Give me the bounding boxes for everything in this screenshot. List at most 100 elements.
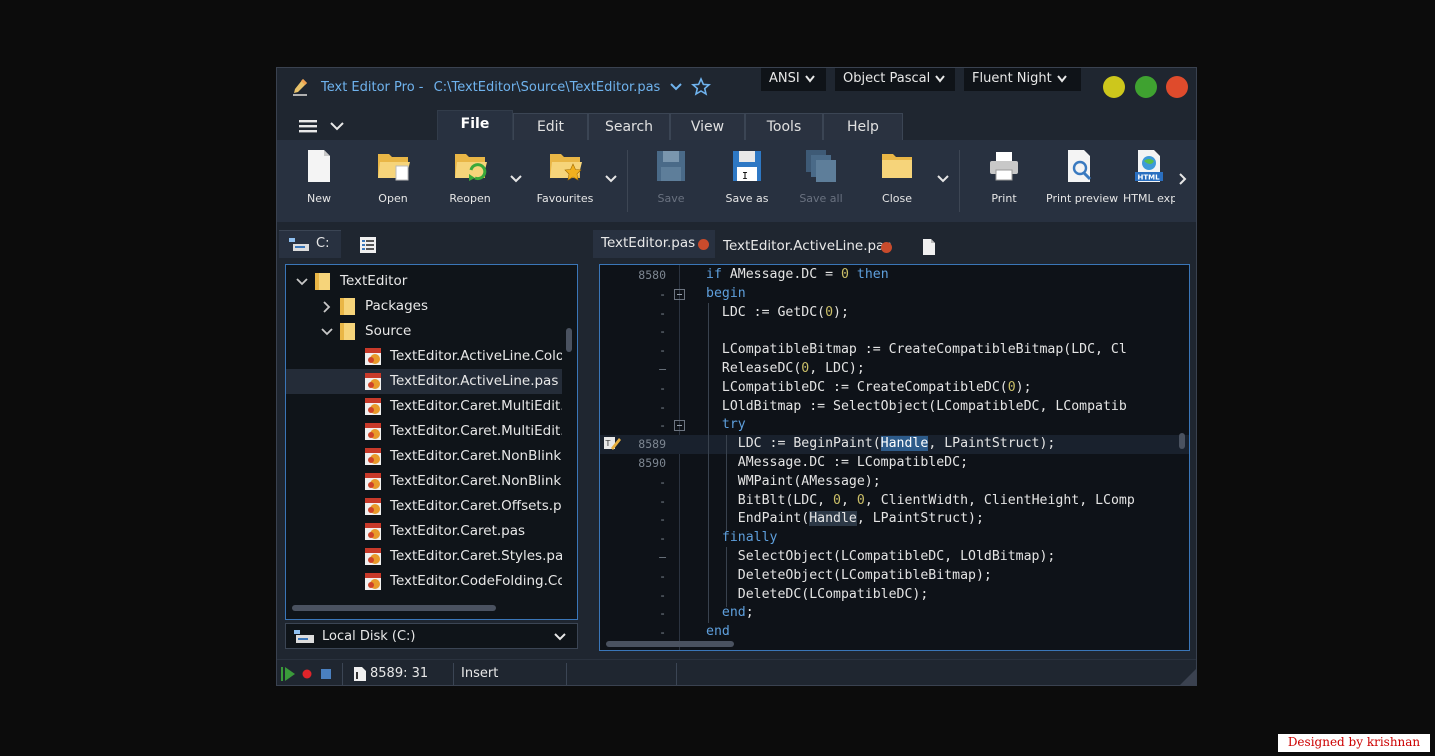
theme-select[interactable]: Fluent Night (964, 68, 1081, 91)
tree-folder[interactable]: Source (286, 319, 562, 344)
code-line[interactable]: - LCompatibleBitmap := CreateCompatibleB… (600, 341, 1189, 360)
drive-select[interactable]: Local Disk (C:) (285, 623, 578, 649)
play-macro-icon[interactable] (281, 667, 295, 681)
active-code-line[interactable]: T 8589 LDC := BeginPaint(Handle, LPaintSt… (600, 435, 1189, 455)
ribbon-scroll-right-icon[interactable] (1178, 172, 1188, 186)
tree-vertical-scrollbar[interactable] (566, 328, 572, 352)
code-text: end; (721, 605, 754, 621)
tree-file[interactable]: TextEditor.Caret.MultiEdit.C (286, 394, 562, 419)
save-all-button[interactable]: Save all (799, 148, 843, 205)
ribbon-tab-bar: File Edit Search View Tools Help (277, 108, 1196, 140)
html-export-button[interactable]: HTML HTML expo (1123, 148, 1175, 205)
minimize-button[interactable] (1103, 76, 1125, 98)
tree-file[interactable]: TextEditor.Caret.Offsets.pa (286, 494, 562, 519)
tab-file[interactable]: File (437, 110, 513, 140)
code-line[interactable]: - try (600, 416, 1189, 435)
code-line[interactable]: - WMPaint(AMessage); (600, 473, 1189, 492)
tree-item-label: TextEditor.Caret.Styles.pas (390, 548, 562, 564)
editor-tab[interactable]: TextEditor.pas (593, 230, 715, 258)
tab-drive-browser[interactable]: C: (279, 230, 341, 258)
maximize-button[interactable] (1135, 76, 1157, 98)
star-icon[interactable] (691, 77, 711, 97)
pascal-file-icon (365, 548, 381, 565)
chevron-right-icon[interactable] (321, 301, 333, 313)
editor-tab[interactable]: TextEditor.ActiveLine.pas (715, 233, 905, 261)
save-button[interactable]: Save (651, 148, 691, 205)
tab-document-list[interactable] (347, 230, 387, 258)
main-menu-button[interactable] (297, 116, 353, 136)
code-line[interactable]: - (600, 322, 1189, 341)
tree-file[interactable]: TextEditor.Caret.NonBlinking (286, 444, 562, 469)
folder-icon (315, 273, 330, 290)
tree-file[interactable]: TextEditor.ActiveLine.pas (286, 369, 562, 394)
code-line[interactable]: - LDC := GetDC(0); (600, 304, 1189, 323)
code-line[interactable]: 8580 if AMessage.DC = 0 then (600, 266, 1189, 285)
editor-horizontal-scrollbar[interactable] (606, 641, 734, 647)
code-text: finally (721, 530, 778, 546)
fold-toggle-icon[interactable] (674, 288, 685, 300)
tree-item-label: TextEditor (340, 273, 408, 289)
folder-icon (340, 298, 355, 315)
print-preview-button[interactable]: Print preview (1046, 148, 1118, 205)
code-line[interactable]: - begin (600, 285, 1189, 304)
code-editor[interactable]: 8580 if AMessage.DC = 0 then - begin - LDC :… (599, 264, 1190, 651)
resize-grip[interactable] (1178, 669, 1196, 685)
tab-help[interactable]: Help (823, 113, 903, 140)
close-window-button[interactable] (1166, 76, 1188, 98)
code-text: LCompatibleDC := CreateCompatibleDC(0); (706, 379, 1032, 395)
tree-file[interactable]: TextEditor.CodeFolding.Colo (286, 569, 562, 594)
close-file-button[interactable]: Close (877, 148, 917, 205)
code-line[interactable]: - end (600, 623, 1189, 642)
tab-search[interactable]: Search (588, 113, 670, 140)
save-as-button[interactable]: I Save as (725, 148, 769, 205)
fold-toggle-icon[interactable] (674, 420, 685, 432)
print-button[interactable]: Print (984, 148, 1024, 205)
tree-file[interactable]: TextEditor.ActiveLine.Colors (286, 344, 562, 369)
tree-file[interactable]: TextEditor.Caret.NonBlinking (286, 469, 562, 494)
code-line[interactable]: - DeleteDC(LCompatibleDC); (600, 586, 1189, 605)
open-button[interactable]: Open (373, 148, 413, 205)
tab-edit[interactable]: Edit (513, 113, 588, 140)
code-line[interactable]: - EndPaint(Handle, LPaintStruct); (600, 510, 1189, 529)
modified-indicator[interactable] (881, 242, 892, 253)
code-line[interactable]: - LOldBitmap := SelectObject(LCompatible… (600, 398, 1189, 417)
language-select[interactable]: Object Pascal (835, 68, 955, 91)
code-line[interactable]: 8590 AMessage.DC := LCompatibleDC; (600, 454, 1189, 473)
new-button[interactable]: New (299, 148, 339, 205)
encoding-select[interactable]: ANSI (761, 68, 826, 91)
tree-folder[interactable]: Packages (286, 294, 562, 319)
tab-view[interactable]: View (670, 113, 745, 140)
code-text: DeleteObject(LCompatibleBitmap); (706, 567, 992, 583)
tree-item-label: TextEditor.ActiveLine.Colors (390, 348, 562, 364)
tab-tools[interactable]: Tools (745, 113, 823, 140)
code-line[interactable]: - BitBlt(LDC, 0, 0, ClientWidth, ClientH… (600, 492, 1189, 511)
tree-horizontal-scrollbar[interactable] (292, 605, 496, 611)
code-line[interactable]: – ReleaseDC(0, LDC); (600, 360, 1189, 379)
code-line[interactable]: - end; (600, 604, 1189, 623)
reopen-button[interactable]: Reopen (447, 148, 493, 205)
new-tab-icon[interactable] (922, 238, 936, 256)
code-line[interactable]: - finally (600, 529, 1189, 548)
tree-file[interactable]: TextEditor.Caret.MultiEdit.pa (286, 419, 562, 444)
favourites-button[interactable]: Favourites (535, 148, 595, 205)
insert-mode[interactable]: Insert (461, 666, 498, 681)
tree-file[interactable]: TextEditor.Caret.Styles.pas (286, 544, 562, 569)
chevron-down-icon[interactable] (321, 326, 333, 338)
code-line[interactable]: – SelectObject(LCompatibleDC, LOldBitmap… (600, 548, 1189, 567)
record-macro-icon[interactable] (302, 669, 312, 679)
favourites-dropdown-icon[interactable] (604, 174, 618, 184)
reopen-dropdown-icon[interactable] (509, 174, 523, 184)
editor-vertical-scrollbar[interactable] (1179, 433, 1185, 449)
chevron-down-icon[interactable] (296, 276, 308, 288)
chevron-down-icon[interactable] (668, 79, 684, 95)
code-text: LDC := BeginPaint(Handle, LPaintStruct); (706, 436, 1056, 452)
tree-folder[interactable]: TextEditor (286, 269, 562, 294)
tree-file[interactable]: TextEditor.Caret.pas (286, 519, 562, 544)
code-line[interactable]: - LCompatibleDC := CreateCompatibleDC(0)… (600, 379, 1189, 398)
modified-indicator[interactable] (698, 239, 709, 250)
cursor-position: 8589: 31 (370, 666, 429, 681)
close-dropdown-icon[interactable] (936, 174, 950, 184)
tree-item-label: TextEditor.Caret.MultiEdit.pa (390, 423, 562, 439)
stop-macro-icon[interactable] (321, 669, 331, 679)
code-line[interactable]: - DeleteObject(LCompatibleBitmap); (600, 567, 1189, 586)
